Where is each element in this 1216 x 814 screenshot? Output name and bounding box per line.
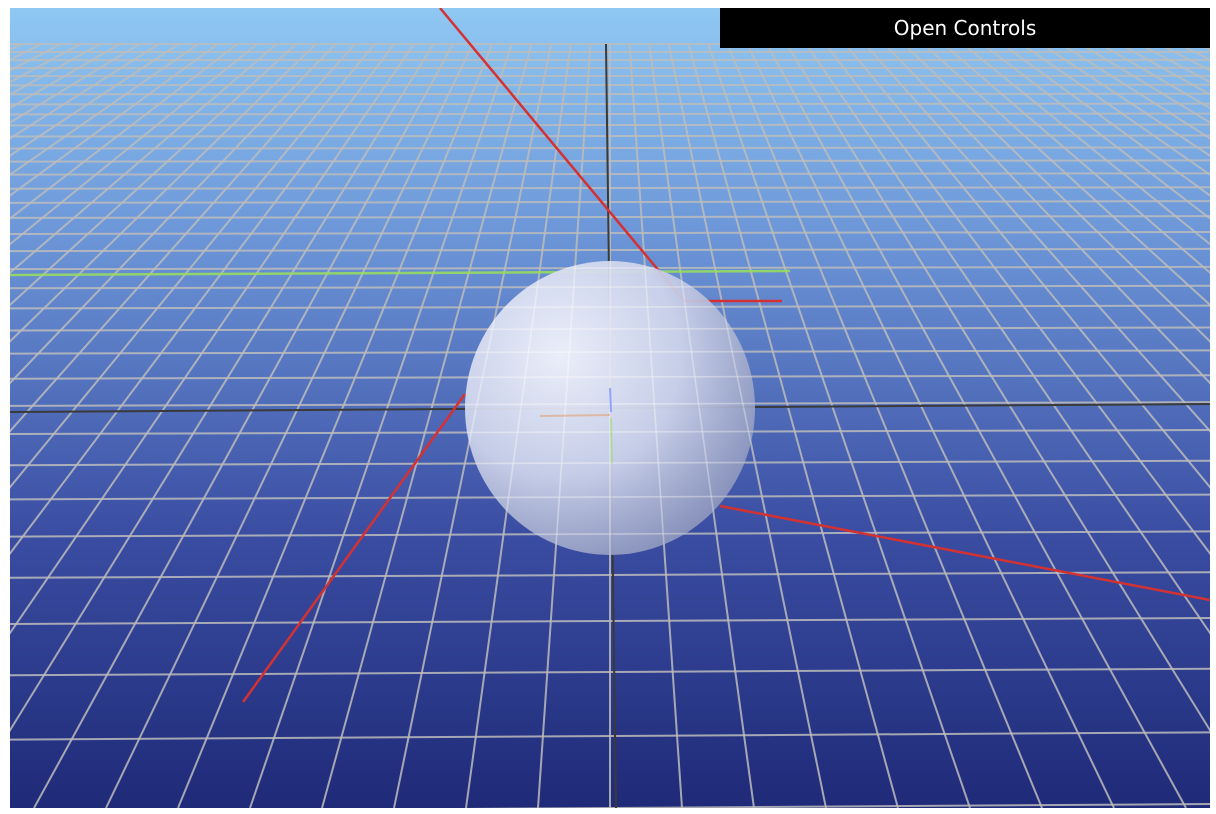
open-controls-button[interactable]: Open Controls (720, 8, 1210, 48)
3d-viewport[interactable]: Open Controls (10, 8, 1210, 808)
3d-scene-canvas[interactable] (10, 8, 1210, 808)
